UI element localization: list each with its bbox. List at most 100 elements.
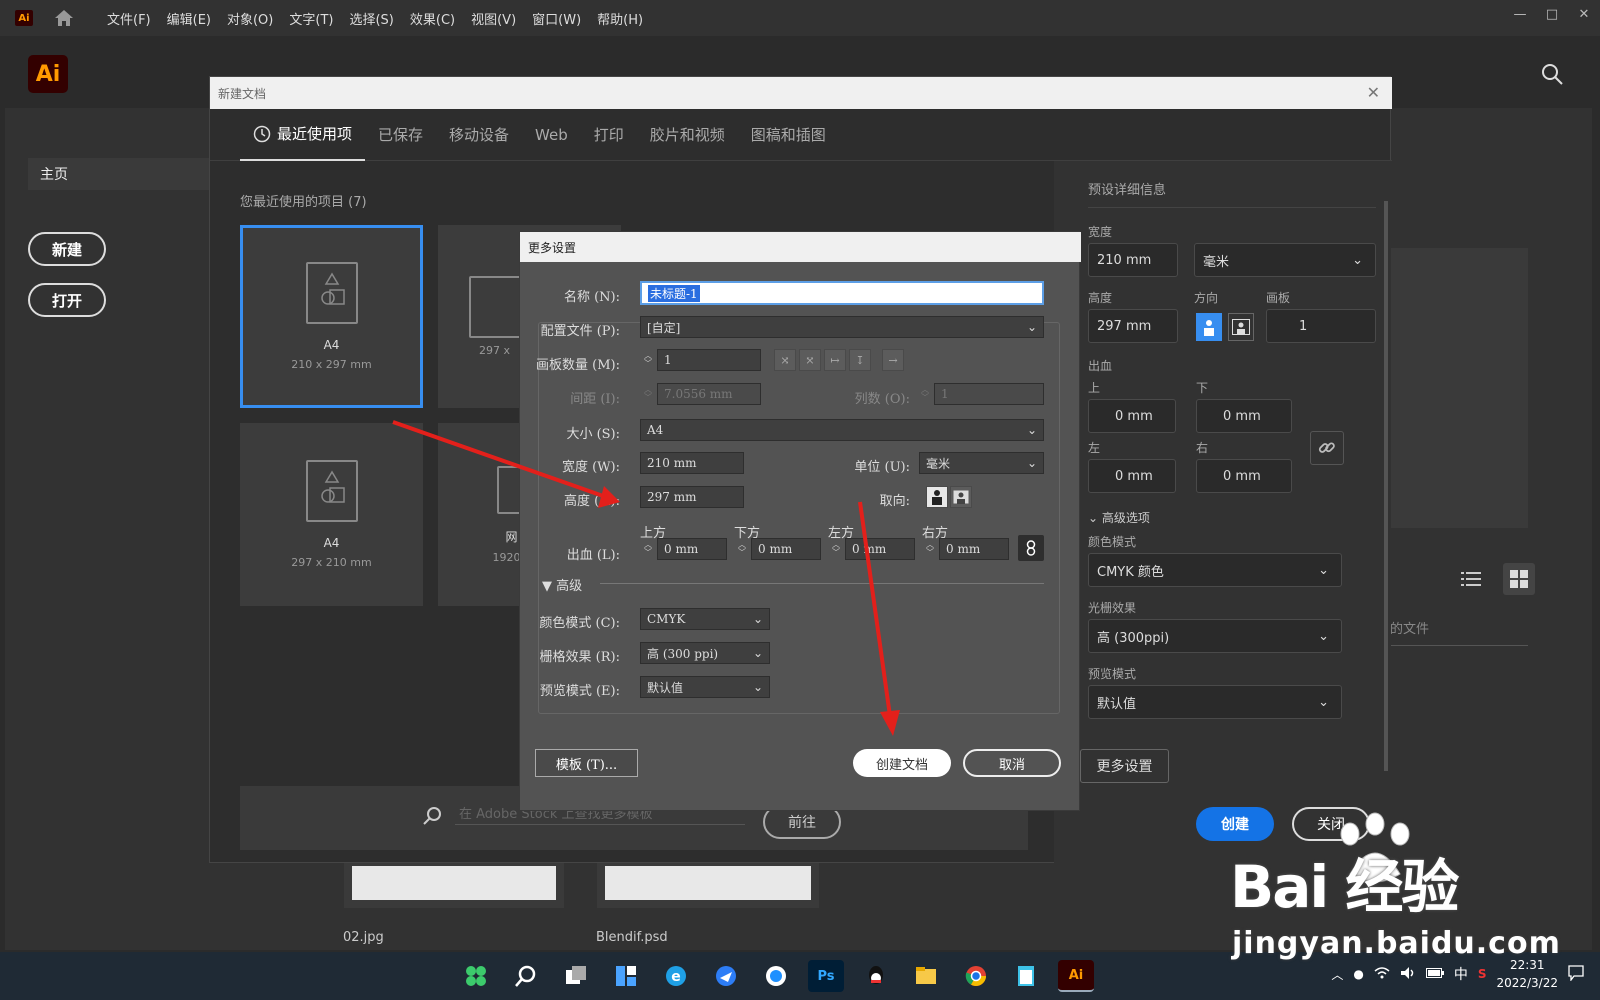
- stepper-icon[interactable]: ︿ ﹀: [735, 538, 749, 560]
- raster-select[interactable]: 高 (300 ppi) ⌄: [640, 642, 770, 664]
- home-icon[interactable]: [53, 8, 75, 28]
- minimize-button[interactable]: —: [1504, 0, 1536, 28]
- search-icon[interactable]: [1540, 62, 1564, 90]
- grid-by-row-icon[interactable]: ⤨: [774, 349, 796, 371]
- link-icon[interactable]: [1310, 431, 1344, 465]
- tab-art[interactable]: 图稿和插图: [738, 109, 839, 161]
- illustrator-icon[interactable]: Ai: [1058, 960, 1094, 992]
- tab-print[interactable]: 打印: [581, 109, 637, 161]
- window-close-button[interactable]: ✕: [1568, 0, 1600, 28]
- volume-icon[interactable]: [1400, 966, 1416, 983]
- cancel-button[interactable]: 取消: [963, 749, 1061, 777]
- widgets-icon[interactable]: [608, 960, 644, 992]
- color-mode-select[interactable]: CMYK 颜色 ⌄: [1088, 553, 1342, 587]
- stepper-icon[interactable]: ︿ ﹀: [829, 538, 843, 560]
- notepad-icon[interactable]: [1008, 960, 1044, 992]
- bleed-bottom-input[interactable]: 0 mm: [1196, 399, 1292, 433]
- notification-icon[interactable]: [1568, 964, 1584, 984]
- thumbnail-blendif[interactable]: [597, 858, 819, 908]
- width-input[interactable]: 210 mm: [1088, 243, 1178, 277]
- sogou-icon[interactable]: S: [1478, 967, 1487, 981]
- grid-by-column-icon[interactable]: ⤧: [799, 349, 821, 371]
- wifi-icon[interactable]: [1374, 966, 1390, 983]
- menu-type[interactable]: 文字(T): [281, 9, 341, 28]
- menu-edit[interactable]: 编辑(E): [159, 9, 219, 28]
- landscape-icon[interactable]: [950, 486, 972, 508]
- thumbnail-02jpg[interactable]: [344, 858, 564, 908]
- scrollbar[interactable]: [1384, 201, 1388, 771]
- list-view-icon[interactable]: [1455, 563, 1487, 595]
- stepper-icon[interactable]: ︿ ﹀: [641, 538, 655, 560]
- task-view-icon[interactable]: [558, 960, 594, 992]
- bleed-left-input[interactable]: 0 mm: [845, 538, 915, 560]
- tab-film[interactable]: 胶片和视频: [637, 109, 738, 161]
- qq-browser-icon[interactable]: [758, 960, 794, 992]
- preset-card-a4[interactable]: A4 210 x 297 mm: [240, 225, 423, 408]
- start-icon[interactable]: [458, 960, 494, 992]
- height-input[interactable]: 297 mm: [1088, 309, 1178, 343]
- tab-web[interactable]: Web: [522, 109, 581, 161]
- create-document-button[interactable]: 创建文档: [853, 749, 951, 777]
- artboards-input[interactable]: 1: [657, 349, 761, 371]
- clock[interactable]: 22:31 2022/3/22: [1496, 956, 1558, 992]
- qq-tray-icon[interactable]: ●: [1353, 967, 1363, 981]
- bleed-left-input[interactable]: 0 mm: [1088, 459, 1176, 493]
- menu-view[interactable]: 视图(V): [463, 9, 524, 28]
- arrange-row-icon[interactable]: ↦: [824, 349, 846, 371]
- bleed-right-input[interactable]: 0 mm: [939, 538, 1009, 560]
- feishu-icon[interactable]: [708, 960, 744, 992]
- chrome-icon[interactable]: [958, 960, 994, 992]
- menu-help[interactable]: 帮助(H): [589, 9, 651, 28]
- height-input[interactable]: 297 mm: [640, 486, 744, 508]
- unit-select[interactable]: 毫米 ⌄: [1194, 243, 1376, 277]
- unit-select[interactable]: 毫米 ⌄: [919, 452, 1044, 474]
- name-input[interactable]: 未标题-1: [640, 281, 1044, 305]
- bleed-bottom-input[interactable]: 0 mm: [751, 538, 821, 560]
- bleed-right-input[interactable]: 0 mm: [1196, 459, 1292, 493]
- sidebar-item-home[interactable]: 主页: [28, 158, 218, 190]
- battery-icon[interactable]: [1425, 967, 1444, 982]
- advanced-toggle[interactable]: ▼ 高级: [542, 575, 582, 594]
- open-button[interactable]: 打开: [28, 283, 106, 317]
- qq-icon[interactable]: [858, 960, 894, 992]
- width-input[interactable]: 210 mm: [640, 452, 744, 474]
- bleed-top-input[interactable]: 0 mm: [1088, 399, 1176, 433]
- right-to-left-icon[interactable]: →: [882, 349, 904, 371]
- more-settings-button[interactable]: 更多设置: [1080, 749, 1169, 783]
- new-button[interactable]: 新建: [28, 232, 106, 266]
- preview-select[interactable]: 默认值 ⌄: [640, 676, 770, 698]
- raster-select[interactable]: 高 (300ppi) ⌄: [1088, 619, 1342, 653]
- profile-select[interactable]: [自定] ⌄: [640, 316, 1044, 338]
- color-mode-select[interactable]: CMYK ⌄: [640, 608, 770, 630]
- size-select[interactable]: A4 ⌄: [640, 419, 1044, 441]
- menu-file[interactable]: 文件(F): [99, 9, 159, 28]
- landscape-icon[interactable]: [1228, 313, 1254, 341]
- bleed-top-input[interactable]: 0 mm: [657, 538, 727, 560]
- menu-window[interactable]: 窗口(W): [524, 9, 589, 28]
- artboard-input[interactable]: 1: [1266, 309, 1376, 343]
- chevron-up-icon[interactable]: ︿: [1331, 966, 1343, 983]
- menu-object[interactable]: 对象(O): [219, 9, 281, 28]
- tab-recent[interactable]: 最近使用项: [240, 109, 366, 161]
- menu-select[interactable]: 选择(S): [341, 9, 401, 28]
- close-icon[interactable]: ✕: [1367, 83, 1380, 102]
- template-button[interactable]: 模板 (T)...: [535, 749, 638, 777]
- create-button[interactable]: 创建: [1196, 807, 1274, 841]
- arrange-column-icon[interactable]: ↧: [849, 349, 871, 371]
- tab-mobile[interactable]: 移动设备: [436, 109, 522, 161]
- file-explorer-icon[interactable]: [908, 960, 944, 992]
- maximize-button[interactable]: □: [1536, 0, 1568, 28]
- edge-icon[interactable]: e: [658, 960, 694, 992]
- advanced-options-toggle[interactable]: ⌄ 高级选项: [1088, 509, 1150, 526]
- tab-saved[interactable]: 已保存: [365, 109, 436, 161]
- link-icon[interactable]: [1018, 535, 1044, 561]
- stepper-icon[interactable]: ︿ ﹀: [923, 538, 937, 560]
- portrait-icon[interactable]: [926, 486, 948, 508]
- preview-select[interactable]: 默认值 ⌄: [1088, 685, 1342, 719]
- stepper-icon[interactable]: ︿ ﹀: [641, 349, 655, 371]
- search-icon[interactable]: [508, 960, 544, 992]
- input-language[interactable]: 中: [1454, 964, 1468, 984]
- menu-effect[interactable]: 效果(C): [402, 9, 463, 28]
- preset-card-a4-landscape[interactable]: A4 297 x 210 mm: [240, 423, 423, 606]
- portrait-icon[interactable]: [1196, 313, 1222, 341]
